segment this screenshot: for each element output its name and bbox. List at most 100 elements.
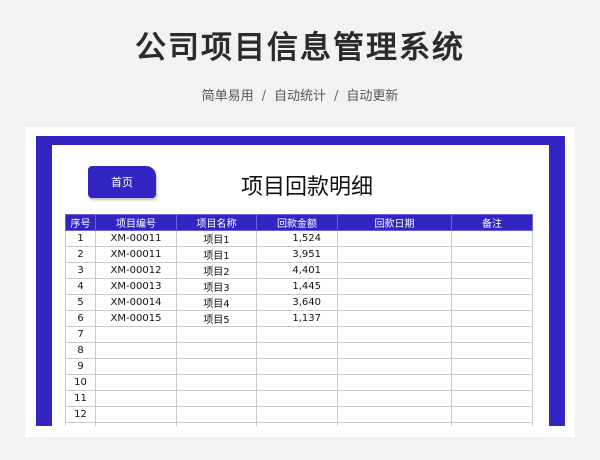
col-header-amount[interactable]: 回款金额 xyxy=(256,214,338,231)
cell-index[interactable]: 8 xyxy=(65,342,96,359)
cell-project-code[interactable] xyxy=(95,358,177,375)
cell-project-name[interactable] xyxy=(176,342,257,359)
cell-date[interactable] xyxy=(337,358,452,375)
cell-date[interactable] xyxy=(337,294,452,311)
cell-amount[interactable]: 3,951 xyxy=(256,246,338,263)
cell-amount[interactable] xyxy=(256,342,338,359)
cell-notes[interactable] xyxy=(451,422,533,426)
cell-index[interactable]: 7 xyxy=(65,326,96,343)
cell-notes[interactable] xyxy=(451,278,533,295)
cell-amount[interactable]: 3,640 xyxy=(256,294,338,311)
cell-notes[interactable] xyxy=(451,230,533,247)
cell-project-name[interactable]: 项目5 xyxy=(176,310,257,327)
cell-amount[interactable]: 1,137 xyxy=(256,310,338,327)
cell-project-name[interactable]: 项目3 xyxy=(176,278,257,295)
cell-date[interactable] xyxy=(337,406,452,423)
cell-date[interactable] xyxy=(337,390,452,407)
cell-project-code[interactable]: XM-00014 xyxy=(95,294,177,311)
cell-project-code[interactable] xyxy=(95,326,177,343)
cell-amount[interactable]: 1,445 xyxy=(256,278,338,295)
cell-amount[interactable] xyxy=(256,406,338,423)
cell-project-name[interactable] xyxy=(176,390,257,407)
cell-index[interactable]: 1 xyxy=(65,230,96,247)
cell-project-code[interactable]: XM-00013 xyxy=(95,278,177,295)
cell-notes[interactable] xyxy=(451,326,533,343)
tag-auto-update: 自动更新 xyxy=(346,89,399,104)
cell-project-code[interactable]: XM-00011 xyxy=(95,230,177,247)
feature-tags: 简单易用 / 自动统计 / 自动更新 xyxy=(0,85,600,104)
cell-project-code[interactable]: XM-00011 xyxy=(95,246,177,263)
cell-project-name[interactable] xyxy=(176,422,257,426)
cell-index[interactable]: 9 xyxy=(65,358,96,375)
cell-date[interactable] xyxy=(337,246,452,263)
cell-index[interactable]: 5 xyxy=(65,294,96,311)
cell-date[interactable] xyxy=(337,230,452,247)
tag-easy: 简单易用 xyxy=(201,89,254,104)
col-header-index[interactable]: 序号 xyxy=(65,214,96,231)
cell-project-name[interactable]: 项目4 xyxy=(176,294,257,311)
cell-notes[interactable] xyxy=(451,246,533,263)
tag-separator: / xyxy=(334,89,339,104)
cell-notes[interactable] xyxy=(451,310,533,327)
cell-date[interactable] xyxy=(337,262,452,279)
cell-notes[interactable] xyxy=(451,374,533,391)
cell-project-name[interactable] xyxy=(176,326,257,343)
cell-project-name[interactable] xyxy=(176,358,257,375)
cell-notes[interactable] xyxy=(451,294,533,311)
cell-notes[interactable] xyxy=(451,342,533,359)
cell-index[interactable]: 12 xyxy=(65,406,96,423)
cell-index[interactable]: 3 xyxy=(65,262,96,279)
cell-index[interactable]: 2 xyxy=(65,246,96,263)
cell-project-name[interactable]: 项目1 xyxy=(176,230,257,247)
cell-index[interactable]: 4 xyxy=(65,278,96,295)
table-row: 1 XM-00011 项目1 1,524 xyxy=(65,230,533,247)
cell-project-name[interactable] xyxy=(176,374,257,391)
table-row: 13 xyxy=(65,422,533,426)
spreadsheet-panel: 首页 项目回款明细 序号 项目编号 项目名称 回款金额 回款日期 备注 1 XM-… xyxy=(36,136,565,426)
cell-notes[interactable] xyxy=(451,358,533,375)
cell-index[interactable]: 11 xyxy=(65,390,96,407)
table-row: 4 XM-00013 项目3 1,445 xyxy=(65,278,533,295)
cell-date[interactable] xyxy=(337,326,452,343)
cell-index[interactable]: 6 xyxy=(65,310,96,327)
cell-amount[interactable] xyxy=(256,422,338,426)
cell-notes[interactable] xyxy=(451,406,533,423)
cell-project-code[interactable] xyxy=(95,406,177,423)
col-header-date[interactable]: 回款日期 xyxy=(337,214,452,231)
cell-project-name[interactable] xyxy=(176,406,257,423)
cell-date[interactable] xyxy=(337,374,452,391)
cell-amount[interactable] xyxy=(256,326,338,343)
cell-amount[interactable] xyxy=(256,390,338,407)
cell-project-name[interactable]: 项目1 xyxy=(176,246,257,263)
cell-project-code[interactable] xyxy=(95,374,177,391)
col-header-notes[interactable]: 备注 xyxy=(451,214,533,231)
table-row: 9 xyxy=(65,358,533,375)
cell-date[interactable] xyxy=(337,278,452,295)
page-title: 公司项目信息管理系统 xyxy=(135,30,465,66)
cell-project-code[interactable] xyxy=(95,390,177,407)
table-body: 1 XM-00011 项目1 1,524 2 XM-00011 项目1 3,951 3 XM-00… xyxy=(65,230,533,426)
cell-date[interactable] xyxy=(337,310,452,327)
cell-index[interactable]: 13 xyxy=(65,422,96,426)
cell-index[interactable]: 10 xyxy=(65,374,96,391)
table-row: 3 XM-00012 项目2 4,401 xyxy=(65,262,533,279)
home-button[interactable]: 首页 xyxy=(88,166,156,198)
cell-date[interactable] xyxy=(337,342,452,359)
cell-date[interactable] xyxy=(337,422,452,426)
table-row: 6 XM-00015 项目5 1,137 xyxy=(65,310,533,327)
cell-project-name[interactable]: 项目2 xyxy=(176,262,257,279)
cell-notes[interactable] xyxy=(451,390,533,407)
cell-amount[interactable] xyxy=(256,374,338,391)
cell-notes[interactable] xyxy=(451,262,533,279)
tag-separator: / xyxy=(261,89,266,104)
cell-project-code[interactable]: XM-00012 xyxy=(95,262,177,279)
cell-project-code[interactable]: XM-00015 xyxy=(95,310,177,327)
col-header-project-code[interactable]: 项目编号 xyxy=(95,214,177,231)
cell-project-code[interactable] xyxy=(95,422,177,426)
col-header-project-name[interactable]: 项目名称 xyxy=(176,214,257,231)
cell-amount[interactable]: 4,401 xyxy=(256,262,338,279)
table-row: 11 xyxy=(65,390,533,407)
cell-project-code[interactable] xyxy=(95,342,177,359)
cell-amount[interactable] xyxy=(256,358,338,375)
cell-amount[interactable]: 1,524 xyxy=(256,230,338,247)
